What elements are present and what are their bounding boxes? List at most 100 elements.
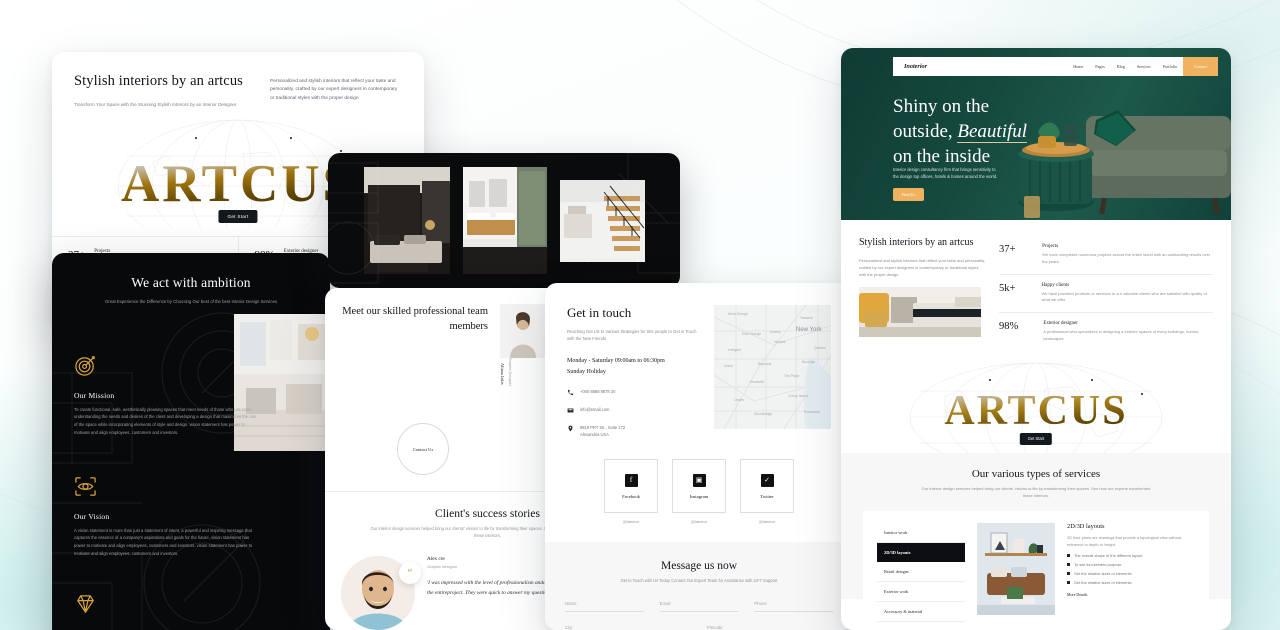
nav-item-portfolio[interactable]: Portfolio <box>1157 64 1184 69</box>
nav-item-blog[interactable]: Blog <box>1111 64 1131 69</box>
hero-stat-row: 5k+ Happy clients We have provided produ… <box>999 273 1213 313</box>
hero-wordmark-button[interactable]: Get Start <box>1019 432 1053 445</box>
hero-stat-number: 98% <box>999 321 1019 333</box>
hero-title-emphasis: Beautiful <box>957 121 1028 144</box>
svg-text:Queens: Queens <box>814 346 826 350</box>
message-fields-row-2: City Pincode <box>565 625 833 630</box>
social-twitter[interactable]: ✓ Twitter @interior <box>740 459 794 524</box>
contact-phone-value: +000 8888 8878 20 <box>580 389 616 395</box>
contact-phone-item[interactable]: +000 8888 8878 20 <box>567 389 700 396</box>
ambition-text: A vision statement is more than just a s… <box>74 527 253 556</box>
gallery-image-bedroom[interactable] <box>363 167 450 274</box>
contact-email-value: info@email.com <box>580 407 610 413</box>
hero-title: Shiny on the outside, Beautiful on the i… <box>893 94 1028 169</box>
name-input[interactable]: Name <box>565 601 644 613</box>
social-handle: @interior <box>622 519 640 525</box>
contact-email-item[interactable]: info@email.com <box>567 407 700 414</box>
ambition-header: We act with ambition Great Experience th… <box>52 253 330 306</box>
svg-text:Brooklyn: Brooklyn <box>802 360 815 364</box>
svg-text:Linden: Linden <box>734 398 744 402</box>
service-tab-accessory-material[interactable]: Accessory & material <box>877 602 965 623</box>
service-tab-interior-work[interactable]: Interior work <box>877 523 965 544</box>
email-input[interactable]: Email <box>659 601 739 613</box>
svg-text:Bayonne: Bayonne <box>758 362 771 366</box>
service-detail-title: 2D/3D layouts <box>1067 523 1105 531</box>
site-logo[interactable]: Inoterior <box>904 63 927 70</box>
message-panel: Message us now Get in Touch with Us Toda… <box>545 542 853 630</box>
eye-icon <box>75 476 96 496</box>
location-map[interactable]: West Orange Teaneck East Orange Kearny Irv… <box>713 305 831 429</box>
hero-wordmark-area: ARTCUS Get Start <box>841 361 1231 453</box>
social-label: Instagram <box>689 493 709 499</box>
message-title: Message us now <box>660 560 738 573</box>
svg-text:Union: Union <box>724 364 733 368</box>
contact-subtitle: Reaching Out US to Various Strategies fo… <box>567 329 697 342</box>
social-label: Twitter <box>760 493 774 499</box>
diamond-icon <box>77 594 94 613</box>
contact-title: Get in touch <box>567 305 632 320</box>
contact-hours-sunday: Sunday Holiday <box>567 369 606 376</box>
social-facebook[interactable]: f Facebook @interior <box>604 459 658 524</box>
ambition-card: We act with ambition Great Experience th… <box>52 253 330 630</box>
service-detail-image <box>977 523 1055 616</box>
svg-text:Irvington: Irvington <box>728 348 741 352</box>
services-card: Interior work 2D/3D layouts Retail desig… <box>863 511 1209 630</box>
bullet-square-icon <box>1067 563 1070 567</box>
hero-stat-number: 5k+ <box>999 282 1016 294</box>
ambition-title: We act with ambition <box>131 275 251 290</box>
hero-stats-section: Stylish interiors by an artcus Personali… <box>841 220 1231 359</box>
gallery-row <box>328 153 680 288</box>
hero-banner: Inoterior Home Pages Blog Services Portf… <box>841 48 1231 220</box>
contact-us-button[interactable]: Contact Us <box>397 423 449 475</box>
service-tab-exterior-work[interactable]: Exterior work <box>877 582 965 603</box>
svg-text:The Plaza: The Plaza <box>784 374 799 378</box>
contact-address-line1: 9819 PRT Str., Suite 172 <box>580 425 626 431</box>
social-links-row: f Facebook @interior ▣ Instagram @interi… <box>545 459 853 524</box>
gallery-image-staircase[interactable] <box>559 179 645 262</box>
nav-item-services[interactable]: Services <box>1131 64 1157 69</box>
service-bullet-text: Get the relative sizes of elements <box>1074 580 1132 586</box>
nav-contact-button[interactable]: Contact <box>1183 57 1218 76</box>
team-member[interactable]: Aliana Jakis Graphic Designer <box>500 304 546 409</box>
bullet-square-icon <box>1067 554 1070 558</box>
svg-text:West Orange: West Orange <box>728 312 748 316</box>
instagram-icon: ▣ <box>692 473 706 487</box>
ambition-block-vision: Our Vision A vision statement is more th… <box>52 475 330 558</box>
services-subtitle: Our interior design services helped brin… <box>921 485 1151 498</box>
hero-stat-name: Happy clients <box>1041 282 1070 288</box>
artcus-card-header: Stylish interiors by an artcus Transform… <box>52 52 424 108</box>
hero-stat-desc: A professional who specializes in design… <box>1043 329 1200 341</box>
service-bullet: The overall shape of the different layou… <box>1067 553 1195 558</box>
nav-item-pages[interactable]: Pages <box>1089 64 1111 69</box>
phone-icon <box>567 390 574 396</box>
svg-text:Rockaway: Rockaway <box>804 410 820 414</box>
service-more-details-link[interactable]: More Details <box>1067 593 1195 597</box>
services-title: Our various types of services <box>971 467 1101 480</box>
hero-find-us-button[interactable]: Find Us <box>893 188 925 201</box>
phone-input[interactable]: Phone <box>754 601 834 613</box>
social-handle: @interior <box>690 519 708 525</box>
hero-stats-list: 37+ Projects We have completed numerous … <box>999 236 1213 351</box>
service-bullet: To see its intended purpose <box>1067 562 1195 567</box>
svg-text:Newark: Newark <box>774 340 786 344</box>
social-instagram[interactable]: ▣ Instagram @interior <box>672 459 726 524</box>
artcus-title: Stylish interiors by an artcus <box>74 73 243 89</box>
service-bullet-text: To see its intended purpose <box>1074 562 1122 568</box>
service-bullet-text: The overall shape of the different layou… <box>1074 553 1143 559</box>
service-tab-retail-designs[interactable]: Retail designs <box>877 562 965 583</box>
map-city-label: New York <box>796 327 822 333</box>
artcus-headline-block: Stylish interiors by an artcus Transform… <box>74 72 254 108</box>
mail-icon <box>567 408 574 414</box>
target-icon <box>75 355 95 376</box>
svg-text:Elizabeth: Elizabeth <box>750 380 764 384</box>
city-input[interactable]: City <box>565 625 691 630</box>
twitter-icon: ✓ <box>760 473 774 487</box>
pincode-input[interactable]: Pincode <box>707 625 833 630</box>
contact-hours-weekdays: Monday - Saturday 09:00am to 06:30pm <box>567 357 665 364</box>
contact-address-item: 9819 PRT Str., Suite 172 Alexandria USA <box>567 425 700 439</box>
svg-text:Woodbridge: Woodbridge <box>754 412 772 416</box>
nav-item-home[interactable]: Home <box>1067 64 1089 69</box>
gallery-image-bathroom[interactable] <box>462 167 547 274</box>
service-tab-2d3d-layouts[interactable]: 2D/3D layouts <box>877 543 965 563</box>
artcus-get-start-button[interactable]: Get Start <box>218 209 258 223</box>
